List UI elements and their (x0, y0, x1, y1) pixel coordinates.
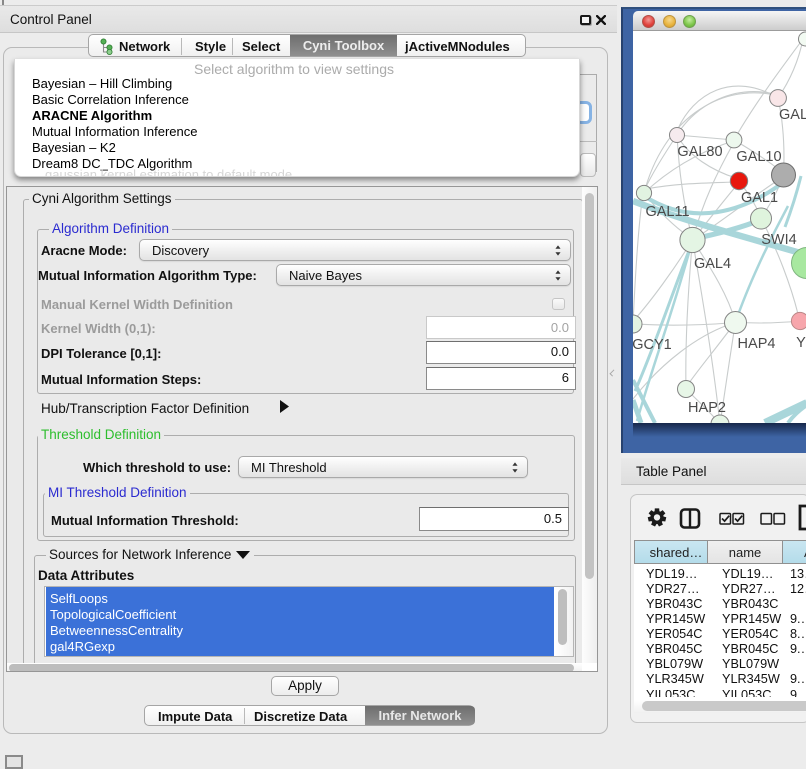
svg-text:GAL4: GAL4 (694, 256, 731, 272)
svg-text:HAP2: HAP2 (688, 400, 726, 416)
svg-text:GAL11: GAL11 (645, 204, 689, 220)
svg-text:HAP4: HAP4 (738, 336, 776, 352)
svg-text:GAL10: GAL10 (736, 149, 781, 165)
svg-text:GAL80: GAL80 (677, 144, 722, 160)
svg-text:GAL1: GAL1 (741, 190, 778, 206)
svg-text:GAL2: GAL2 (779, 107, 806, 123)
svg-text:Y: Y (796, 335, 806, 351)
svg-text:SWI4: SWI4 (761, 232, 796, 248)
svg-text:GCY1: GCY1 (633, 337, 672, 353)
